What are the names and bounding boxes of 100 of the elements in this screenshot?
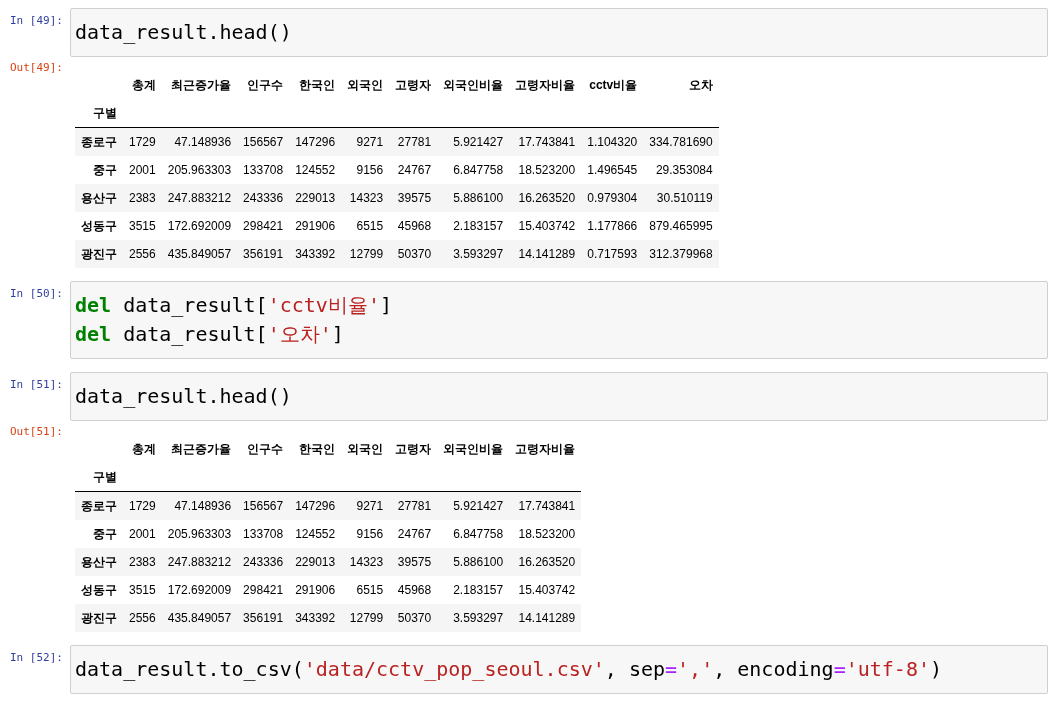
table-cell: 172.692009 — [161, 576, 238, 604]
table-cell: 229013 — [289, 548, 342, 576]
table-cell: 5.886100 — [437, 184, 510, 212]
table-cell: 39575 — [389, 184, 438, 212]
table-cell: 1.104320 — [581, 127, 644, 156]
table-cell: 2001 — [123, 520, 162, 548]
table-cell: 15.403742 — [509, 576, 582, 604]
input-prompt: In [51]: — [9, 377, 64, 391]
column-header: cctv비율 — [588, 76, 639, 94]
table-cell: 205.963303 — [161, 156, 238, 184]
table-cell: 1.177866 — [581, 212, 644, 240]
column-header: 한국인 — [298, 76, 337, 94]
column-header: 외국인 — [346, 76, 385, 94]
table-cell: 45968 — [389, 212, 438, 240]
table-cell: 291906 — [289, 576, 342, 604]
column-header: 외국인비율 — [442, 440, 505, 458]
table-cell: 229013 — [289, 184, 342, 212]
column-header: 총계 — [130, 440, 157, 458]
table-cell: 3.593297 — [437, 240, 510, 268]
column-header: 고령자 — [394, 440, 433, 458]
table-cell: 435.849057 — [161, 240, 238, 268]
table-cell: 5.921427 — [437, 127, 510, 156]
table-cell: 9156 — [341, 156, 390, 184]
table-cell: 334.781690 — [643, 127, 719, 156]
table-cell: 12799 — [341, 240, 390, 268]
table-cell: 30.510119 — [643, 184, 719, 212]
code-input[interactable]: data_result.head() — [70, 8, 1048, 57]
row-index: 용산구 — [75, 548, 123, 576]
table-cell: 50370 — [389, 240, 438, 268]
table-cell: 6515 — [341, 212, 390, 240]
table-cell: 2383 — [123, 548, 162, 576]
table-cell: 39575 — [389, 548, 438, 576]
table-cell: 3515 — [123, 576, 162, 604]
table-cell: 298421 — [237, 576, 290, 604]
table-cell: 2001 — [123, 156, 162, 184]
table-cell: 435.849057 — [161, 604, 238, 632]
row-index: 광진구 — [75, 604, 123, 632]
table-cell: 6.847758 — [437, 520, 510, 548]
column-header: 외국인비율 — [442, 76, 505, 94]
input-prompt: In [50]: — [9, 286, 64, 300]
table-cell: 243336 — [237, 184, 290, 212]
code-input[interactable]: del data_result['cctv비율'] del data_result['오차'] — [70, 281, 1048, 359]
table-cell: 356191 — [237, 240, 290, 268]
output-prompt: Out[49]: — [9, 61, 64, 74]
index-header: 구별 — [75, 99, 123, 128]
table-cell: 24767 — [389, 156, 438, 184]
row-index: 용산구 — [75, 184, 123, 212]
table-cell: 343392 — [289, 240, 342, 268]
column-header: 최근증가율 — [170, 76, 233, 94]
table-cell: 17.743841 — [509, 491, 582, 520]
row-index: 중구 — [75, 520, 123, 548]
input-prompt: In [52]: — [9, 650, 64, 664]
table-cell: 9156 — [341, 520, 390, 548]
table-cell: 0.979304 — [581, 184, 644, 212]
table-cell: 27781 — [389, 491, 438, 520]
table-cell: 291906 — [289, 212, 342, 240]
column-header: 인구수 — [246, 76, 285, 94]
index-header: 구별 — [75, 463, 123, 492]
table-cell: 2556 — [123, 604, 162, 632]
table-cell: 205.963303 — [161, 520, 238, 548]
code-input[interactable]: data_result.head() — [70, 372, 1048, 421]
code-input[interactable]: data_result.to_csv('data/cctv_pop_seoul.csv', sep=',', encoding='utf-8') — [70, 645, 1048, 694]
table-cell: 343392 — [289, 604, 342, 632]
row-index: 중구 — [75, 156, 123, 184]
column-header: 총계 — [130, 76, 157, 94]
table-cell: 3515 — [123, 212, 162, 240]
row-index: 성동구 — [75, 576, 123, 604]
output-prompt: Out[51]: — [9, 425, 64, 438]
table-cell: 15.403742 — [509, 212, 582, 240]
column-header: 인구수 — [246, 440, 285, 458]
row-index: 종로구 — [75, 491, 123, 520]
table-cell: 172.692009 — [161, 212, 238, 240]
input-prompt: In [49]: — [9, 13, 64, 27]
table-cell: 5.921427 — [437, 491, 510, 520]
table-cell: 16.263520 — [509, 184, 582, 212]
column-header: 외국인 — [346, 440, 385, 458]
table-cell: 18.523200 — [509, 156, 582, 184]
table-cell: 156567 — [237, 127, 290, 156]
column-header: 고령자 — [394, 76, 433, 94]
table-cell: 3.593297 — [437, 604, 510, 632]
table-cell: 1.496545 — [581, 156, 644, 184]
table-cell: 879.465995 — [643, 212, 719, 240]
table-cell: 24767 — [389, 520, 438, 548]
table-cell: 147296 — [289, 491, 342, 520]
column-header: 최근증가율 — [170, 440, 233, 458]
table-cell: 0.717593 — [581, 240, 644, 268]
table-cell: 17.743841 — [509, 127, 582, 156]
table-cell: 18.523200 — [509, 520, 582, 548]
table-cell: 298421 — [237, 212, 290, 240]
column-header: 고령자비율 — [514, 76, 577, 94]
table-cell: 6.847758 — [437, 156, 510, 184]
row-index: 광진구 — [75, 240, 123, 268]
table-cell: 247.883212 — [161, 548, 238, 576]
table-cell: 16.263520 — [509, 548, 582, 576]
column-header: 한국인 — [298, 440, 337, 458]
table-cell: 14.141289 — [509, 604, 582, 632]
table-cell: 2383 — [123, 184, 162, 212]
table-cell: 6515 — [341, 576, 390, 604]
table-cell: 47.148936 — [161, 127, 238, 156]
table-cell: 156567 — [237, 491, 290, 520]
